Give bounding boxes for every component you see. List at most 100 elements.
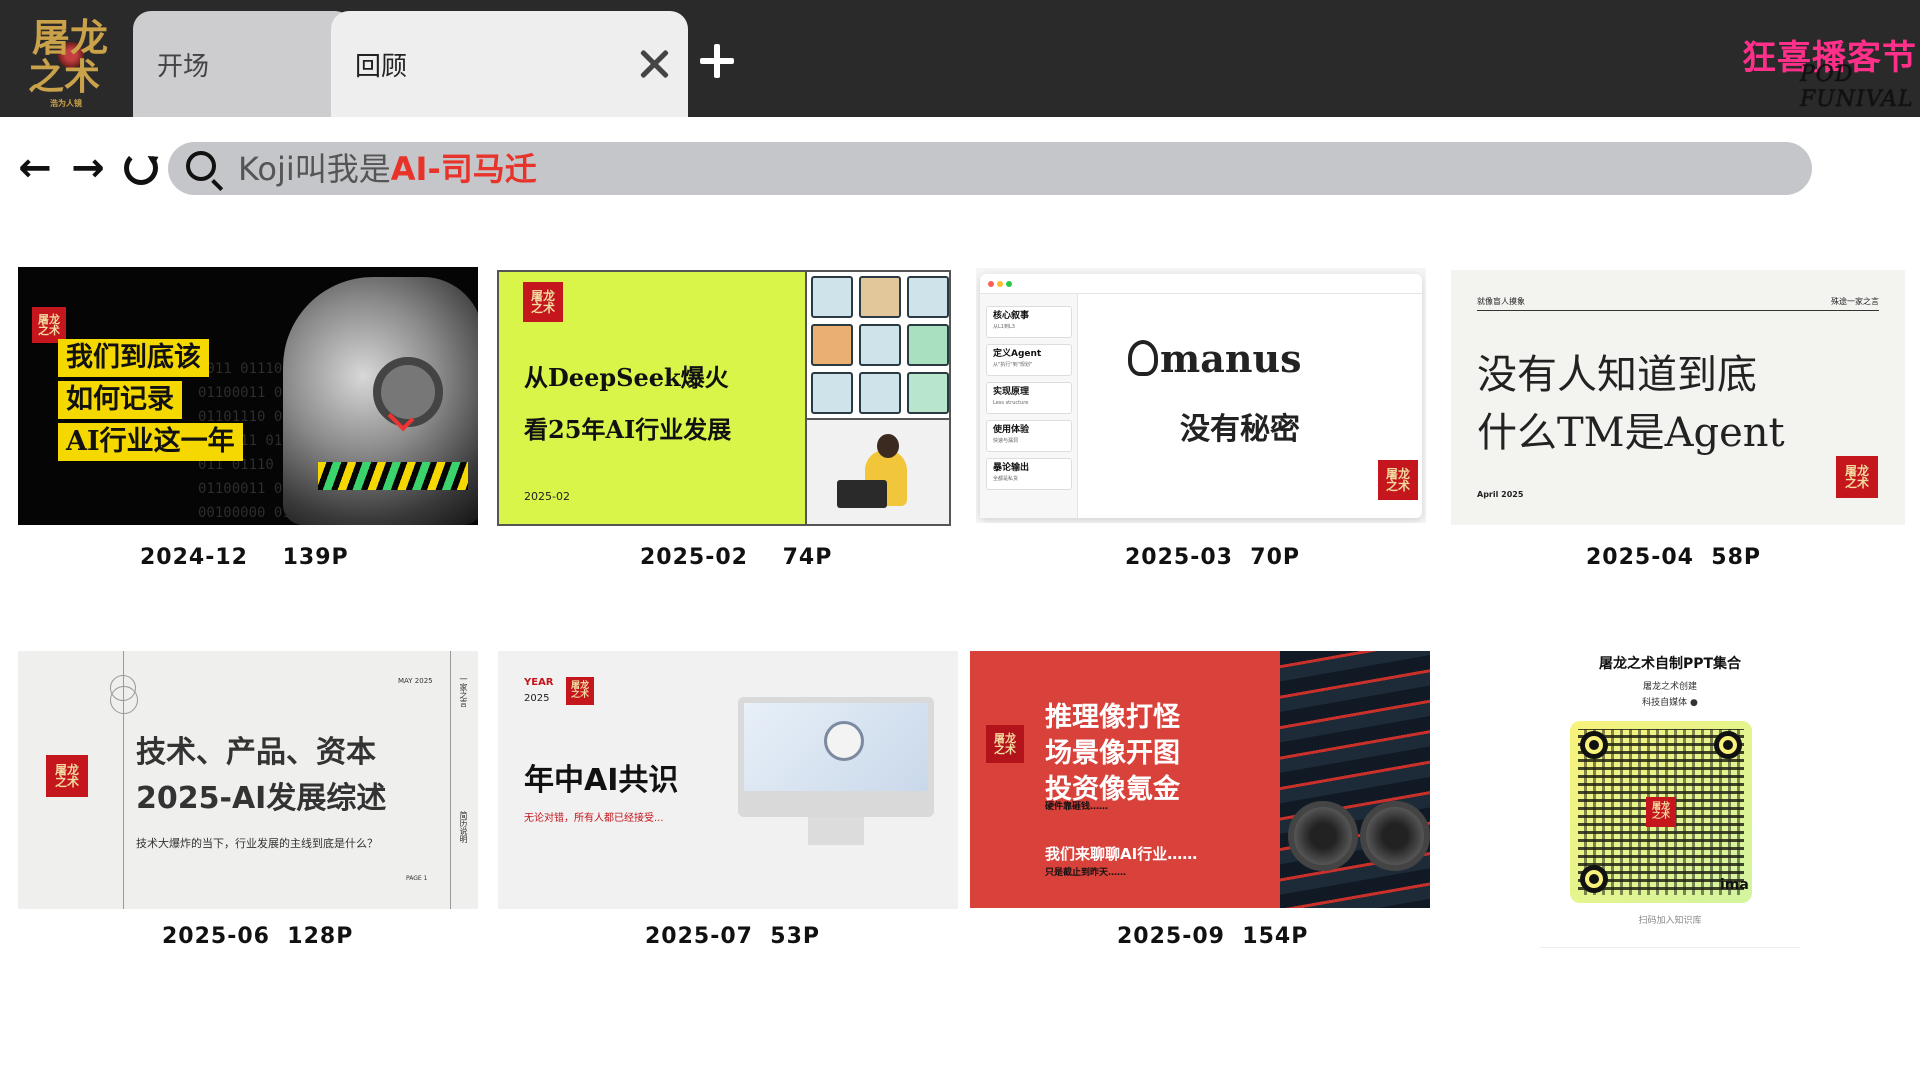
slide-page: PAGE 1 bbox=[406, 875, 428, 882]
slide-title-line: 从DeepSeek爆火 bbox=[524, 363, 729, 392]
qr-note: 扫码加入知识库 bbox=[1638, 916, 1702, 926]
seal-logo: 屠龙 之术 bbox=[46, 755, 88, 797]
gpu-image bbox=[1280, 651, 1430, 908]
qr-finder-icon bbox=[1580, 865, 1608, 893]
qr-code[interactable]: 屠龙 之术 ima bbox=[1570, 721, 1752, 903]
mockup-item-title: 使用体验 bbox=[993, 425, 1030, 435]
slide-thumbnail-2025-02[interactable]: 屠龙 之术 从DeepSeek爆火 看25年AI行业发展 2025-02 bbox=[497, 270, 951, 526]
app-window-mockup: 核心叙事 从L1到L3 定义Agent 从"执行"到"规划" 实现原理 Less st… bbox=[980, 274, 1422, 518]
slide-title-line: 我们到底该 bbox=[58, 339, 209, 377]
mockup-item-title: 核心叙事 bbox=[993, 311, 1030, 321]
slide-title-line: 推理像打怪 bbox=[1045, 702, 1180, 733]
address-highlight: AI-司马迁 bbox=[390, 150, 537, 188]
slide-caption: 2025-07 53P bbox=[645, 924, 821, 949]
qr-title: 屠龙之术自制PPT集合 bbox=[1598, 656, 1742, 672]
slide-title-line: 技术、产品、资本 bbox=[136, 735, 376, 770]
mockup-item-title: 定义Agent bbox=[993, 349, 1042, 359]
slide-date: April 2025 bbox=[1477, 490, 1524, 499]
slide-thumbnail-2025-07[interactable]: YEAR 2025 屠龙 之术 年中AI共识 无论对错，所有人都已经接受... bbox=[498, 651, 958, 909]
seal-logo: 屠龙 之术 bbox=[1646, 797, 1676, 827]
slide-subtitle: 无论对错，所有人都已经接受... bbox=[524, 813, 664, 824]
gpu-fan-icon bbox=[1360, 801, 1430, 871]
qr-code-card[interactable]: 屠龙之术自制PPT集合 屠龙之术创建 科技自媒体 ● 屠龙 之术 ima 扫码加… bbox=[1520, 651, 1820, 951]
chip-icon bbox=[811, 276, 853, 318]
slide-kicker-left: 就像盲人摸象 bbox=[1477, 297, 1525, 306]
slide-thumbnail-2025-06[interactable]: MAY 2025 屠龙 之术 技术、产品、资本 2025-AI发展综述 技术大爆… bbox=[18, 651, 478, 909]
top-bar: 屠龙 之术 浩为人镜 开场 回顾 狂喜播客节 POD FUNIVAL bbox=[0, 0, 1920, 117]
slide-title-line: 场景像开图 bbox=[1045, 738, 1180, 769]
seal-logo: 屠龙 之术 bbox=[1378, 460, 1418, 500]
tab-opening[interactable]: 开场 bbox=[133, 11, 353, 117]
new-tab-icon[interactable] bbox=[700, 44, 734, 78]
person-laptop-illustration bbox=[807, 420, 949, 524]
slide-kicker-right: 殊途一家之言 bbox=[1831, 297, 1879, 306]
qr-category: 科技自媒体 ● bbox=[1642, 698, 1698, 708]
reload-icon[interactable] bbox=[124, 151, 158, 185]
year-label: YEAR bbox=[524, 677, 554, 688]
chip-icon bbox=[907, 372, 949, 414]
mockup-item-sub: 全都是私货 bbox=[993, 476, 1019, 482]
mockup-item-sub: Less structure bbox=[993, 400, 1029, 406]
slide-caption: 2025-03 70P bbox=[1125, 545, 1301, 570]
slide-title-line: 没有人知道到底 bbox=[1477, 352, 1757, 398]
mockup-item: 使用体验 快速与漏洞 bbox=[986, 420, 1072, 452]
side-label-top: 一家之言 bbox=[459, 675, 468, 707]
search-icon bbox=[186, 151, 216, 181]
logo-line1: 屠龙 bbox=[32, 15, 109, 60]
chip-icon bbox=[859, 276, 901, 318]
slide-thumbnail-2025-03[interactable]: 核心叙事 从L1到L3 定义Agent 从"执行"到"规划" 实现原理 Less st… bbox=[976, 268, 1426, 523]
address-bar[interactable]: Koji叫我是AI-司马迁 bbox=[168, 142, 1812, 195]
seal-logo: 屠龙 之术 bbox=[986, 725, 1024, 763]
mockup-item-title: 实现原理 bbox=[993, 387, 1030, 397]
logo-line2: 之术 bbox=[28, 56, 101, 98]
stripe-decoration bbox=[318, 462, 468, 490]
chip-icon bbox=[907, 276, 949, 318]
tab-label: 回顾 bbox=[355, 51, 408, 82]
close-tab-icon[interactable] bbox=[634, 44, 674, 84]
mockup-item: 实现原理 Less structure bbox=[986, 382, 1072, 414]
slide-caption: 2024-12 139P bbox=[140, 545, 349, 570]
manus-hand-icon bbox=[1128, 340, 1158, 376]
slide-headline: 没有秘密 bbox=[1180, 412, 1300, 447]
slide-caption: 2025-04 58P bbox=[1586, 545, 1762, 570]
slide-thumbnail-2024-12[interactable]: 0011 01110 01100011 01 01101110 011 1100… bbox=[18, 267, 478, 525]
slide-date: 2025-02 bbox=[524, 490, 570, 503]
address-text: Koji叫我是AI-司马迁 bbox=[238, 149, 537, 189]
brand-subtitle: POD FUNIVAL bbox=[1800, 62, 1914, 112]
chip-icon bbox=[811, 372, 853, 414]
slide-title-line: 如何记录 bbox=[58, 381, 182, 419]
mockup-item-title: 暴论输出 bbox=[993, 463, 1030, 473]
year-value: 2025 bbox=[524, 693, 550, 704]
slide-note: 硬件靠砸钱…… bbox=[1045, 802, 1109, 812]
chip-icon bbox=[811, 324, 853, 366]
mockup-item: 暴论输出 全都是私货 bbox=[986, 458, 1072, 490]
slide-title-line: AI行业这一年 bbox=[58, 423, 243, 461]
forward-button[interactable]: → bbox=[68, 148, 108, 188]
seal-logo: 屠龙 之术 bbox=[1836, 456, 1878, 498]
slide-caption: 2025-06 128P bbox=[162, 924, 354, 949]
chip-illustration bbox=[805, 272, 949, 524]
tab-review[interactable]: 回顾 bbox=[331, 11, 688, 117]
chip-icon bbox=[859, 372, 901, 414]
qr-finder-icon bbox=[1714, 731, 1742, 759]
slide-title-line: 看25年AI行业发展 bbox=[524, 415, 732, 444]
arrow-left-icon: ← bbox=[18, 145, 52, 191]
slide-caption: 2025-09 154P bbox=[1117, 924, 1309, 949]
tab-label: 开场 bbox=[157, 51, 210, 82]
slide-note: 只是截止到昨天…… bbox=[1045, 868, 1127, 878]
app-logo[interactable]: 屠龙 之术 浩为人镜 bbox=[28, 15, 109, 109]
ima-logo: ima bbox=[1720, 877, 1749, 893]
chip-icon bbox=[907, 324, 949, 366]
window-titlebar bbox=[980, 274, 1422, 294]
logo-subtitle: 浩为人镜 bbox=[50, 98, 82, 108]
mockup-sidebar: 核心叙事 从L1到L3 定义Agent 从"执行"到"规划" 实现原理 Less st… bbox=[980, 294, 1078, 518]
robot-image bbox=[824, 721, 864, 761]
slide-subtitle: 技术大爆炸的当下，行业发展的主线到底是什么？ bbox=[136, 837, 378, 850]
mockup-item-sub: 从"执行"到"规划" bbox=[993, 362, 1033, 368]
slide-caption: 2025-02 74P bbox=[640, 545, 833, 570]
circle-decoration bbox=[110, 675, 138, 714]
back-button[interactable]: ← bbox=[15, 148, 55, 188]
slide-thumbnail-2025-04[interactable]: 就像盲人摸象 殊途一家之言 没有人知道到底 什么TM是Agent April 2… bbox=[1451, 270, 1905, 525]
slide-thumbnail-2025-09[interactable]: 屠龙 之术 推理像打怪 场景像开图 投资像氪金 硬件靠砸钱…… 我们来聊聊AI行… bbox=[970, 651, 1430, 908]
arrow-right-icon: → bbox=[71, 145, 105, 191]
